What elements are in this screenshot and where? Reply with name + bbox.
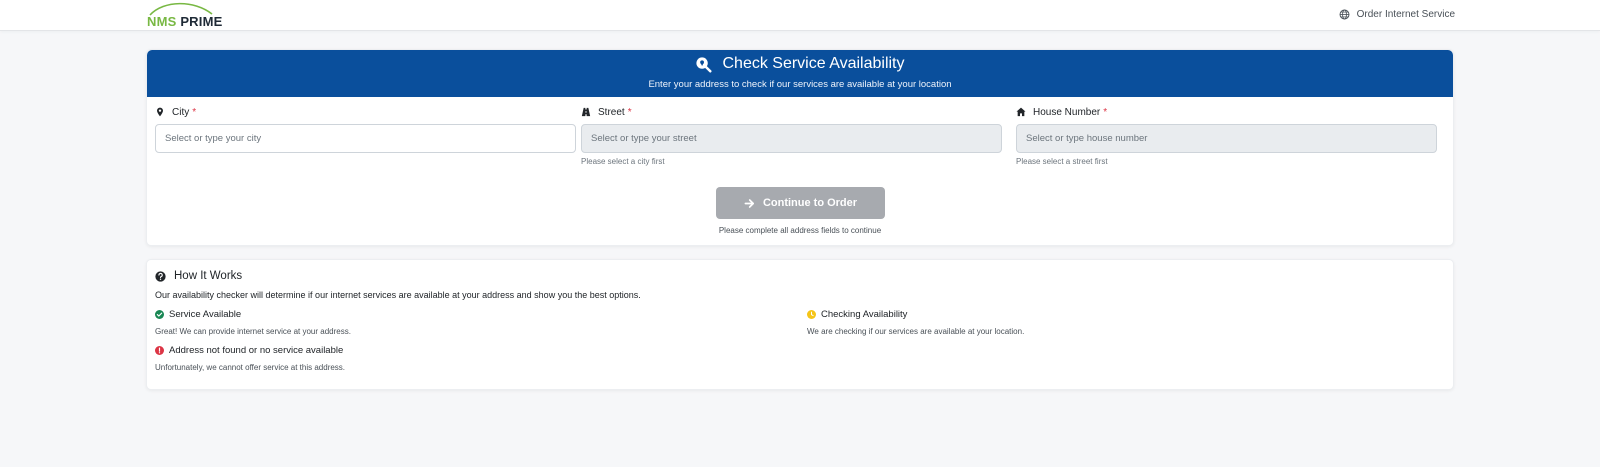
card-subtitle: Enter your address to check if our servi… xyxy=(648,79,952,90)
how-it-works-title-text: How It Works xyxy=(174,270,243,282)
status-no-service-text: Address not found or no service availabl… xyxy=(169,345,344,356)
check-circle-icon xyxy=(155,310,164,319)
city-input[interactable] xyxy=(155,124,576,153)
street-field-group: Street * Please select a city first xyxy=(581,106,1002,166)
street-required-mark: * xyxy=(627,106,632,118)
card-title-text: Check Service Availability xyxy=(722,55,905,72)
street-label: Street * xyxy=(581,106,1002,118)
status-checking-label: Checking Availability xyxy=(807,309,1024,320)
street-label-text: Street xyxy=(598,106,625,118)
house-number-label: House Number * xyxy=(1016,106,1437,118)
status-checking-text: Checking Availability xyxy=(821,309,908,320)
top-navbar: NMS PRIME Order Internet Service xyxy=(0,0,1600,31)
status-checking-availability: Checking Availability We are checking if… xyxy=(807,309,1024,336)
street-help-text: Please select a city first xyxy=(581,157,665,166)
status-no-service: Address not found or no service availabl… xyxy=(155,345,345,372)
city-label-text: City xyxy=(172,106,190,118)
check-card-header: Check Service Availability Enter your ad… xyxy=(147,50,1453,97)
clock-circle-icon xyxy=(807,310,816,319)
status-service-available: Service Available Great! We can provide … xyxy=(155,309,351,336)
house-number-input[interactable] xyxy=(1016,124,1437,153)
status-no-service-label: Address not found or no service availabl… xyxy=(155,345,345,356)
city-field-group: City * xyxy=(155,106,576,153)
continue-help-text: Please complete all address fields to co… xyxy=(718,226,882,235)
order-link-label: Order Internet Service xyxy=(1356,9,1455,20)
city-required-mark: * xyxy=(192,106,197,118)
city-label: City * xyxy=(155,106,576,118)
status-service-available-label: Service Available xyxy=(155,309,351,320)
home-icon xyxy=(1016,107,1026,117)
how-it-works-card: How It Works Our availability checker wi… xyxy=(146,259,1454,390)
status-checking-description: We are checking if our services are avai… xyxy=(807,327,1025,336)
continue-to-order-button[interactable]: Continue to Order xyxy=(716,187,885,219)
house-number-field-group: House Number * Please select a street fi… xyxy=(1016,106,1437,166)
nms-prime-logo[interactable]: NMS PRIME xyxy=(146,2,222,30)
status-available-description: Great! We can provide internet service a… xyxy=(155,327,351,336)
question-circle-icon xyxy=(155,270,166,282)
road-icon xyxy=(581,107,591,117)
street-input[interactable] xyxy=(581,124,1002,153)
logo-text: NMS PRIME xyxy=(147,14,223,29)
status-available-text: Service Available xyxy=(169,309,242,320)
how-it-works-title: How It Works xyxy=(155,270,242,282)
how-it-works-description: Our availability checker will determine … xyxy=(155,290,641,300)
check-availability-card: Check Service Availability Enter your ad… xyxy=(146,49,1454,246)
exclamation-circle-icon xyxy=(155,346,164,355)
house-number-label-text: House Number xyxy=(1033,106,1101,118)
globe-icon xyxy=(1339,9,1350,20)
house-number-help-text: Please select a street first xyxy=(1016,157,1108,166)
search-location-icon xyxy=(696,56,713,73)
map-pin-icon xyxy=(157,107,163,117)
continue-button-label: Continue to Order xyxy=(762,197,858,209)
house-number-required-mark: * xyxy=(1103,106,1108,118)
order-internet-service-link[interactable]: Order Internet Service xyxy=(1339,9,1455,20)
status-no-service-description: Unfortunately, we cannot offer service a… xyxy=(155,363,346,372)
arrow-right-icon xyxy=(744,198,754,208)
card-title: Check Service Availability xyxy=(147,55,1453,73)
